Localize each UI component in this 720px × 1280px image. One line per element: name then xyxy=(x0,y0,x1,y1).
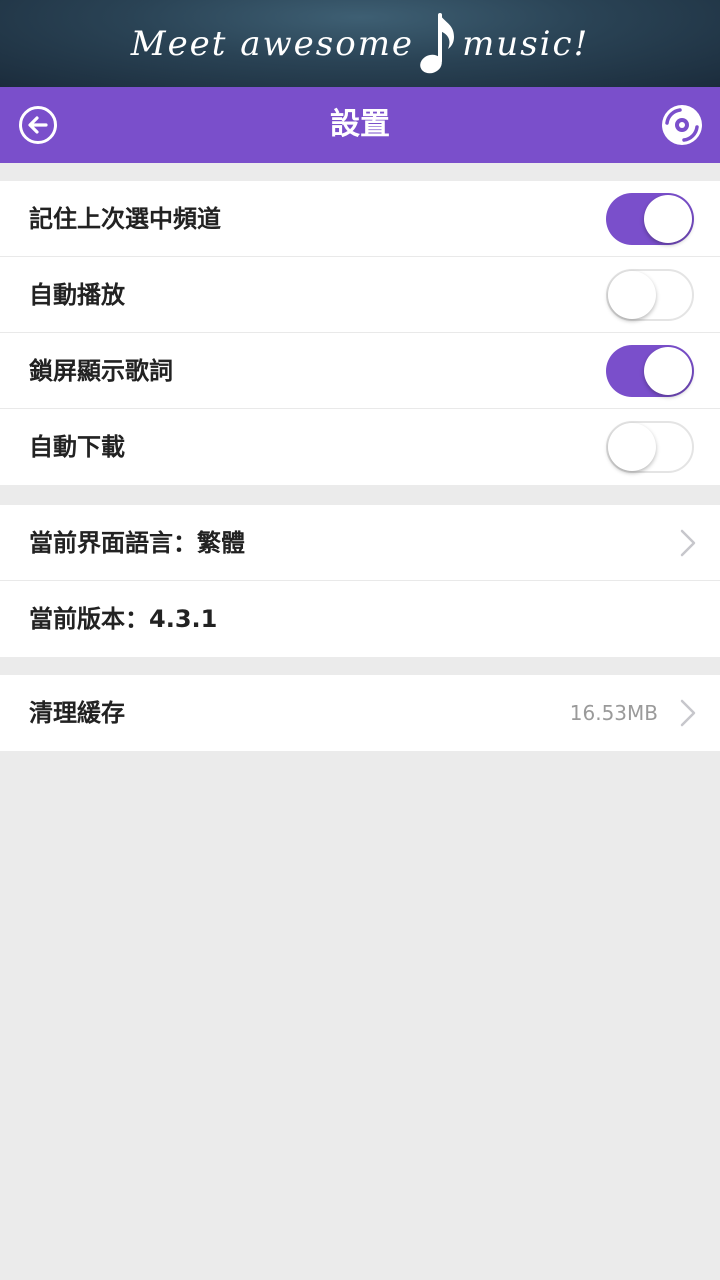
info-group: 當前界面語言：繁體 當前版本：4.3.1 xyxy=(0,505,720,657)
toggle-knob xyxy=(644,195,692,243)
chevron-right-icon xyxy=(680,529,696,557)
setting-label: 自動下載 xyxy=(29,433,125,461)
language-label-text: 當前界面語言： xyxy=(29,529,197,557)
chevron-right-icon xyxy=(680,699,696,727)
auto-play-toggle[interactable] xyxy=(606,269,694,321)
language-row[interactable]: 當前界面語言：繁體 xyxy=(0,505,720,581)
page-title: 設置 xyxy=(330,107,390,142)
language-value: 繁體 xyxy=(197,529,245,557)
clear-cache-label: 清理緩存 xyxy=(29,699,125,727)
toggle-knob xyxy=(608,423,656,471)
banner-text-right: music! xyxy=(462,23,590,64)
setting-label: 鎖屏顯示歌詞 xyxy=(29,357,173,385)
now-playing-button[interactable] xyxy=(661,104,703,146)
music-note-icon xyxy=(418,9,458,79)
version-value: 4.3.1 xyxy=(149,605,218,633)
remember-channel-toggle[interactable] xyxy=(606,193,694,245)
version-label: 當前版本：4.3.1 xyxy=(29,581,217,657)
nav-bar: 設置 xyxy=(0,87,720,163)
language-label: 當前界面語言：繁體 xyxy=(29,505,245,581)
setting-label: 記住上次選中頻道 xyxy=(29,205,221,233)
setting-row-remember-channel: 記住上次選中頻道 xyxy=(0,181,720,257)
disc-icon xyxy=(662,105,702,145)
setting-row-lock-screen-lyrics: 鎖屏顯示歌詞 xyxy=(0,333,720,409)
clear-cache-row[interactable]: 清理緩存 16.53MB xyxy=(0,675,720,751)
lock-screen-lyrics-toggle[interactable] xyxy=(606,345,694,397)
setting-row-auto-download: 自動下載 xyxy=(0,409,720,485)
auto-download-toggle[interactable] xyxy=(606,421,694,473)
toggle-knob xyxy=(644,347,692,395)
setting-row-auto-play: 自動播放 xyxy=(0,257,720,333)
cache-size: 16.53MB xyxy=(569,701,658,725)
banner-slogan: Meet awesome music! xyxy=(0,0,720,87)
toggle-knob xyxy=(608,271,656,319)
cache-group: 清理緩存 16.53MB xyxy=(0,675,720,751)
banner-text-left: Meet awesome xyxy=(130,23,415,64)
promo-banner: Meet awesome music! xyxy=(0,0,720,87)
setting-label: 自動播放 xyxy=(29,281,125,309)
version-label-text: 當前版本： xyxy=(29,605,149,633)
version-row: 當前版本：4.3.1 xyxy=(0,581,720,657)
toggle-settings-group: 記住上次選中頻道 自動播放 鎖屏顯示歌詞 自動下載 xyxy=(0,181,720,485)
